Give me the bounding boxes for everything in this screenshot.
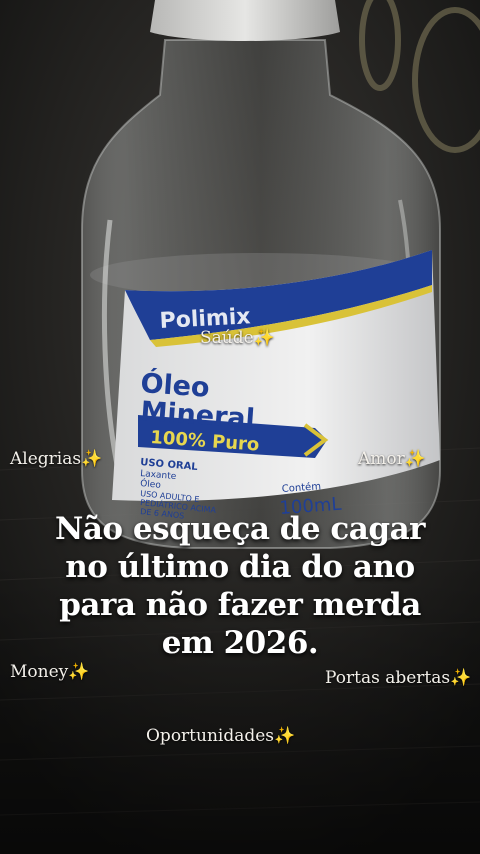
headline-line3: para não fazer merda [59,587,421,623]
bottle-cap [150,0,340,41]
sparkle-icon: ✨ [81,449,103,469]
sparkle-icon: ✨ [450,668,472,688]
sparkle-icon: ✨ [68,662,90,682]
sparkle-icon: ✨ [253,328,275,348]
headline-text: Não esqueça de cagar no último dia do an… [20,510,460,662]
sparkle-icon: ✨ [404,449,426,469]
headline-line1: Não esqueça de cagar [54,511,426,547]
caption-money: Money✨ [10,662,90,682]
caption-alegrias: Alegrias✨ [10,449,103,469]
headline-line4: em 2026. [161,625,319,661]
sparkle-icon: ✨ [274,726,296,746]
caption-amor: Amor✨ [358,449,426,469]
caption-portas-abertas: Portas abertas✨ [325,668,472,688]
caption-oportunidades: Oportunidades✨ [146,726,296,746]
caption-saude: Saúde✨ [200,328,275,348]
headline-line2: no último dia do ano [65,549,415,585]
